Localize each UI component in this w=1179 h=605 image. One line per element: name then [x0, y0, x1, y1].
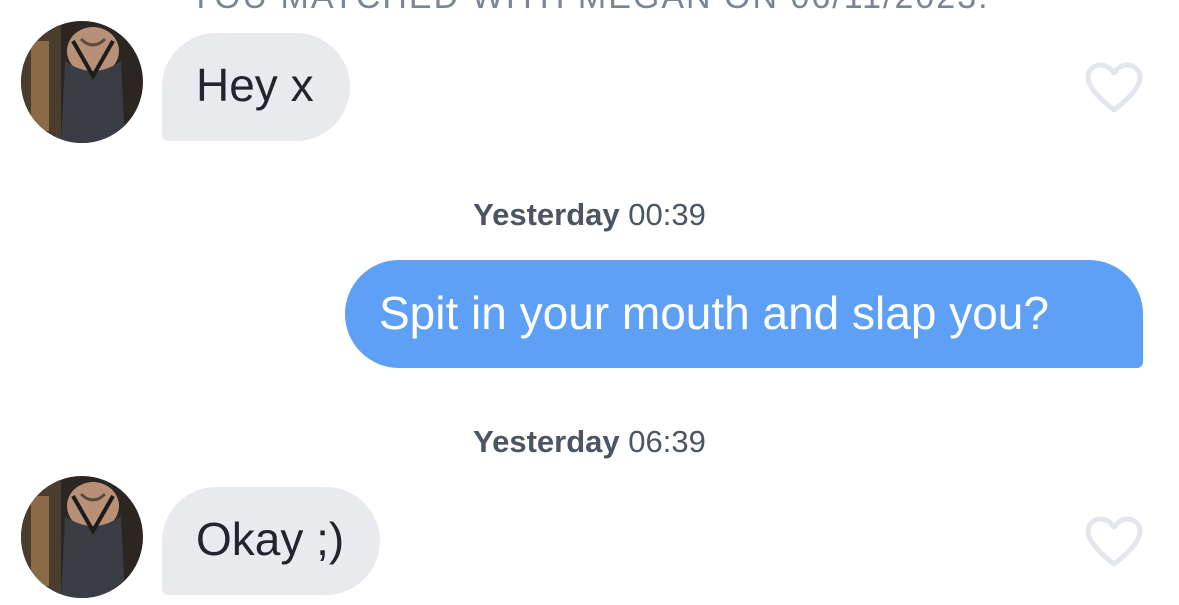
contact-avatar[interactable]: [21, 476, 143, 598]
timestamp-time: 06:39: [628, 424, 706, 459]
received-message-bubble[interactable]: Hey x: [162, 33, 350, 141]
match-banner: YOU MATCHED WITH MEGAN ON 06/11/2023.: [0, 0, 1179, 17]
message-timestamp: Yesterday 06:39: [0, 424, 1179, 460]
message-timestamp: Yesterday 00:39: [0, 197, 1179, 233]
heart-outline-icon[interactable]: [1085, 62, 1143, 114]
heart-outline-icon[interactable]: [1085, 516, 1143, 568]
timestamp-time: 00:39: [628, 197, 706, 232]
timestamp-day: Yesterday: [473, 424, 620, 459]
sent-message-bubble[interactable]: Spit in your mouth and slap you?: [345, 260, 1143, 368]
timestamp-day: Yesterday: [473, 197, 620, 232]
received-message-bubble[interactable]: Okay ;): [162, 487, 381, 595]
contact-avatar[interactable]: [21, 21, 143, 143]
